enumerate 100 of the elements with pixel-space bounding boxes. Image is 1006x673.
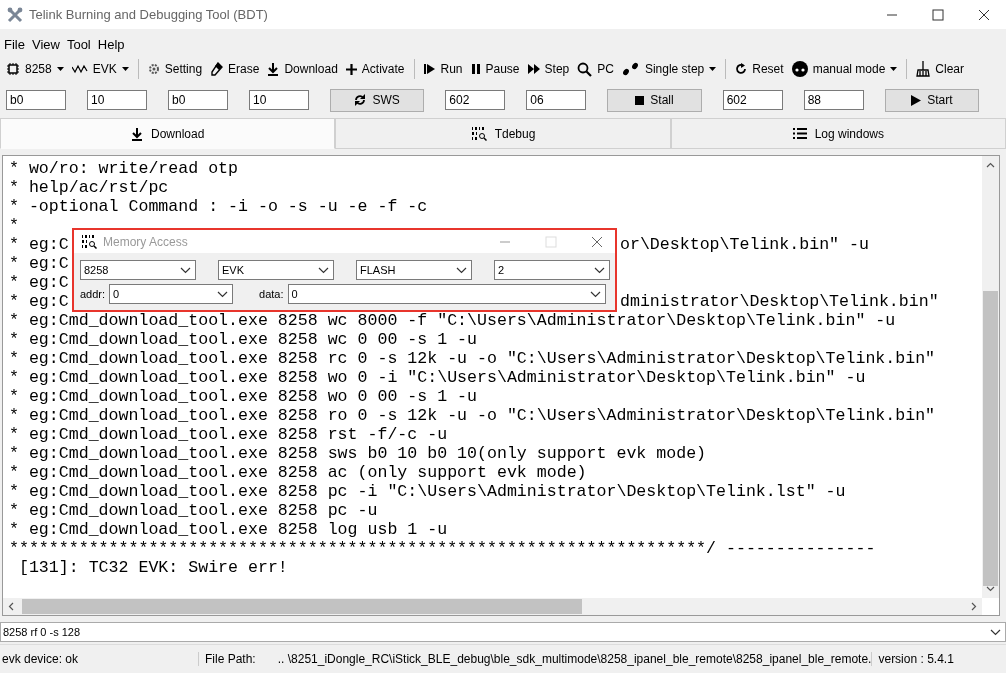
status-label: File Path: (205, 652, 256, 666)
console-line: * eg:C (9, 235, 69, 254)
dropdown[interactable]: EVK (218, 260, 334, 280)
dropdown[interactable]: 8258 (80, 260, 196, 280)
console-line: * (9, 216, 20, 235)
input-field[interactable]: 88 (803, 90, 864, 110)
dropdown[interactable]: FLASH (356, 260, 472, 280)
toolbar-dropdown[interactable]: Single step (619, 60, 719, 78)
toolbar-dropdown[interactable]: EVK (69, 60, 131, 78)
toolbar-button[interactable]: Reset (733, 60, 786, 78)
input-field[interactable]: b0 (6, 90, 66, 110)
close-icon[interactable] (591, 235, 603, 248)
list-icon (792, 127, 807, 140)
console-line: * eg:C (9, 273, 69, 292)
circle-icon (791, 61, 808, 77)
scroll-down-icon[interactable] (986, 586, 995, 592)
download-icon (267, 62, 280, 76)
menu-item[interactable]: Help (97, 36, 125, 52)
command-field[interactable]: 8258 rf 0 -s 128 (0, 622, 1006, 642)
scroll-left-icon[interactable] (8, 602, 14, 611)
input-field[interactable]: 06 (526, 90, 587, 110)
maximize-icon[interactable] (932, 8, 944, 21)
input-field[interactable]: b0 (168, 90, 228, 110)
console-line: * eg:Cmd_download_tool.exe 8258 pc -u (9, 501, 379, 520)
console-line: * eg:Cmd_download_tool.exe 8258 rst -f/-c -u (9, 425, 449, 444)
console-line: * eg:Cmd_download_tool.exe 8258 log usb 1 -u (9, 520, 449, 539)
console-line: dministrator\Desktop\Telink.bin" (620, 292, 939, 311)
caret-icon (121, 67, 129, 71)
field-label: data: (259, 288, 284, 300)
refresh-icon (735, 63, 748, 75)
action-button[interactable]: Start (884, 88, 979, 112)
wave-icon (71, 64, 88, 74)
window-title: Telink Burning and Debugging Tool (BDT) (29, 7, 268, 22)
input-field[interactable]: 10 (87, 90, 147, 110)
console-line: * eg:Cmd_download_tool.exe 8258 wc 0 00 -s 1 -u (9, 330, 479, 349)
dropdown[interactable]: 2 (494, 260, 610, 280)
toolbar-button[interactable]: Step (525, 60, 572, 78)
caret-icon (890, 67, 898, 71)
tab[interactable]: Download (0, 118, 336, 149)
caret-icon (709, 67, 717, 71)
console-line: * eg:Cmd_download_tool.exe 8258 rc 0 -s 12k -u -o "C:\Users\Administrator\Desktop\Telink.bin" (9, 349, 937, 368)
maximize-icon (545, 235, 557, 248)
action-button[interactable]: Stall (607, 88, 702, 112)
download-icon (130, 126, 143, 141)
tools-icon (7, 6, 23, 23)
toolbar-dropdown[interactable]: manual mode (789, 59, 900, 79)
tab[interactable]: Tdebug (335, 118, 671, 149)
chevron-down-icon (217, 290, 229, 298)
pause-icon (470, 63, 481, 75)
toolbar-button[interactable]: Download (265, 60, 340, 78)
tab[interactable]: Log windows (670, 118, 1006, 149)
console-line: * eg:Cmd_download_tool.exe 8258 pc -i "C:\Users\Administrator\Desktop\Telink.lst" -u (9, 482, 847, 501)
input-field[interactable]: 10 (249, 90, 309, 110)
console-line: * -optional Command : -i -o -s -u -e -f -c (9, 197, 429, 216)
vertical-scrollbar[interactable] (982, 156, 999, 598)
scroll-right-icon[interactable] (971, 602, 977, 611)
toolbar-button[interactable]: Setting (145, 60, 205, 78)
chevron-down-icon (318, 266, 329, 274)
console-line: * eg:Cmd_download_tool.exe 8258 wo 0 -i "C:\Users\Administrator\Desktop\Telink.bin" -u (9, 368, 867, 387)
dropdown[interactable]: 0 (287, 284, 606, 304)
console-line: or\Desktop\Telink.bin" -u (620, 235, 869, 254)
action-button[interactable]: SWS (330, 88, 425, 112)
search-icon (577, 61, 593, 77)
input-field[interactable]: 602 (445, 90, 506, 110)
console-line: * eg:Cmd_download_tool.exe 8258 sws b0 10 b0 10(only support evk mode) (9, 444, 708, 463)
toolbar-button[interactable]: PC (575, 59, 616, 79)
input-field[interactable]: 602 (722, 90, 783, 110)
plus-icon (345, 63, 357, 75)
refresh-icon (354, 94, 367, 106)
toolbar-button[interactable]: Erase (208, 60, 262, 78)
status-text: evk device: ok (1, 652, 80, 666)
toolbar-dropdown[interactable]: 8258 (4, 60, 66, 78)
chevron-down-icon (589, 290, 601, 298)
version-text: version : 5.4.1 (871, 652, 954, 666)
chip-icon (6, 62, 20, 76)
play-icon (911, 94, 922, 106)
toolbar-button[interactable]: Pause (468, 60, 522, 78)
toolbar-button[interactable]: Run (421, 60, 465, 78)
menu-item[interactable]: View (31, 36, 60, 52)
broom-icon (916, 61, 931, 77)
menu-item[interactable]: File (4, 36, 25, 52)
console-line: * eg:C (9, 292, 69, 311)
toolbar-button[interactable]: Clear (914, 59, 967, 79)
menu-item[interactable]: Tool (66, 36, 91, 52)
console-line: * help/ac/rst/pc (9, 178, 170, 197)
binary-search-icon (81, 234, 97, 249)
chevron-down-icon (456, 266, 467, 274)
gear-icon (147, 63, 160, 75)
console-line: * eg:Cmd_download_tool.exe 8258 wc 8000 -f "C:\Users\Administrator\Desktop\Telink.bin" -u (9, 311, 897, 330)
dropdown[interactable]: 0 (109, 284, 234, 304)
console-line: * eg:Cmd_download_tool.exe 8258 wo 0 00 -s 1 -u (9, 387, 479, 406)
console-line: * eg:C (9, 254, 69, 273)
scroll-up-icon[interactable] (986, 162, 995, 168)
close-icon[interactable] (978, 8, 990, 21)
toolbar-button[interactable]: Activate (343, 60, 407, 78)
eraser-icon (210, 62, 224, 76)
binary-search-icon (470, 126, 487, 141)
dialog-title: Memory Access (103, 234, 188, 249)
chevron-down-icon (594, 266, 605, 274)
horizontal-scrollbar[interactable] (3, 598, 982, 615)
